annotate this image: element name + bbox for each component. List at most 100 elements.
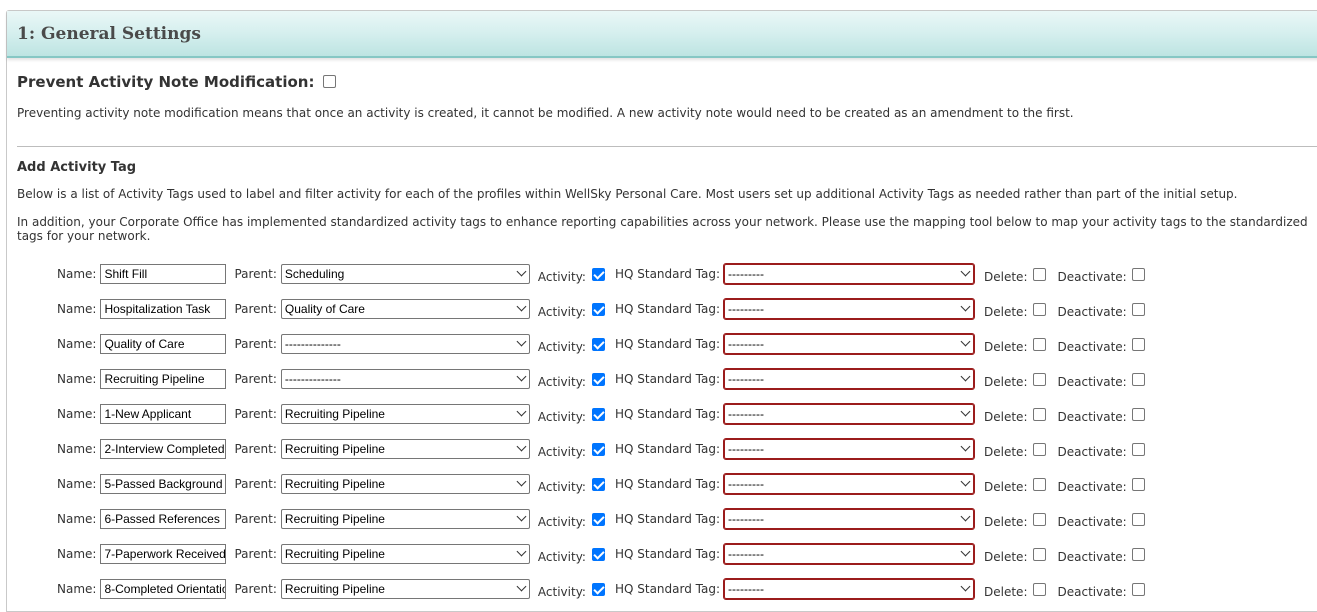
name-label: Name: <box>57 267 97 281</box>
tag-name-input[interactable]: Hospitalization Task <box>100 299 227 319</box>
prevent-modification-checkbox[interactable] <box>323 74 337 88</box>
chevron-down-icon <box>960 266 971 277</box>
parent-select-value: Recruiting Pipeline <box>284 407 385 421</box>
hq-select-value: --------- <box>728 372 764 386</box>
chevron-down-icon <box>960 371 971 382</box>
hq-select-value: --------- <box>728 442 764 456</box>
hq-standard-tag-select[interactable]: --------- <box>723 473 976 495</box>
deactivate-checkbox[interactable] <box>1131 582 1145 596</box>
activity-checkbox[interactable] <box>591 547 605 561</box>
parent-select[interactable]: Quality of Care <box>280 299 530 319</box>
chevron-down-icon <box>516 546 527 557</box>
name-label: Name: <box>57 337 97 351</box>
parent-select[interactable]: -------------- <box>280 369 530 389</box>
activity-label: Activity: <box>537 479 586 494</box>
delete-checkbox[interactable] <box>1032 477 1046 491</box>
tag-name-input[interactable]: Quality of Care <box>100 334 227 354</box>
chevron-down-icon <box>960 511 971 522</box>
delete-label: Delete: <box>984 444 1028 459</box>
delete-checkbox[interactable] <box>1032 337 1046 351</box>
delete-checkbox[interactable] <box>1032 512 1046 526</box>
delete-checkbox[interactable] <box>1032 407 1046 421</box>
parent-select-value: Recruiting Pipeline <box>284 582 385 596</box>
activity-checkbox[interactable] <box>591 372 605 386</box>
hq-standard-tag-select[interactable]: --------- <box>723 508 976 530</box>
parent-select[interactable]: Scheduling <box>280 264 530 284</box>
activity-checkbox[interactable] <box>591 442 605 456</box>
delete-checkbox[interactable] <box>1032 582 1046 596</box>
hq-standard-tag-select[interactable]: --------- <box>723 333 976 355</box>
delete-checkbox[interactable] <box>1032 267 1046 281</box>
hq-standard-tag-select[interactable]: --------- <box>723 263 976 285</box>
parent-label: Parent: <box>234 337 277 351</box>
hq-standard-tag-select[interactable]: --------- <box>723 403 976 425</box>
activity-checkbox[interactable] <box>591 512 605 526</box>
parent-select-value: Recruiting Pipeline <box>284 442 385 456</box>
hq-standard-tag-select[interactable]: --------- <box>723 438 976 460</box>
section-divider <box>17 146 1317 147</box>
activity-checkbox[interactable] <box>591 477 605 491</box>
delete-label: Delete: <box>984 479 1028 494</box>
hq-standard-tag-select[interactable]: --------- <box>723 368 976 390</box>
activity-tag-row: Name: 2-Interview Completed Parent: Recr… <box>57 438 1145 460</box>
deactivate-checkbox[interactable] <box>1131 442 1145 456</box>
tag-name-input[interactable]: 2-Interview Completed <box>100 439 227 459</box>
deactivate-label: Deactivate: <box>1057 339 1127 354</box>
parent-select-value: Recruiting Pipeline <box>284 477 385 491</box>
deactivate-checkbox[interactable] <box>1131 407 1145 421</box>
prevent-modification-row: Prevent Activity Note Modification: <box>17 73 337 91</box>
chevron-down-icon <box>960 546 971 557</box>
hq-standard-tag-label: HQ Standard Tag: <box>614 582 721 596</box>
hq-standard-tag-select[interactable]: --------- <box>723 543 976 565</box>
tag-name-input[interactable]: 8-Completed Orientation <box>100 579 227 599</box>
hq-standard-tag-label: HQ Standard Tag: <box>614 337 721 351</box>
parent-select[interactable]: Recruiting Pipeline <box>280 579 530 599</box>
deactivate-checkbox[interactable] <box>1131 512 1145 526</box>
deactivate-checkbox[interactable] <box>1131 302 1145 316</box>
hq-standard-tag-label: HQ Standard Tag: <box>614 547 721 561</box>
tag-name-input[interactable]: 6-Passed References <box>100 509 227 529</box>
parent-select-value: Scheduling <box>284 267 345 281</box>
parent-select[interactable]: Recruiting Pipeline <box>280 509 530 529</box>
hq-standard-tag-select[interactable]: --------- <box>723 578 976 600</box>
activity-tag-row: Name: 7-Paperwork Received Parent: Recru… <box>57 543 1145 565</box>
activity-tag-row: Name: 6-Passed References Parent: Recrui… <box>57 508 1145 530</box>
activity-checkbox[interactable] <box>591 407 605 421</box>
chevron-down-icon <box>516 266 527 277</box>
hq-standard-tag-select[interactable]: --------- <box>723 298 976 320</box>
activity-checkbox[interactable] <box>591 582 605 596</box>
delete-checkbox[interactable] <box>1032 302 1046 316</box>
hq-standard-tag-label: HQ Standard Tag: <box>614 407 721 421</box>
parent-select[interactable]: -------------- <box>280 334 530 354</box>
tag-name-input[interactable]: 7-Paperwork Received <box>100 544 227 564</box>
chevron-down-icon <box>516 371 527 382</box>
activity-checkbox[interactable] <box>591 267 605 281</box>
deactivate-checkbox[interactable] <box>1131 337 1145 351</box>
hq-standard-tag-label: HQ Standard Tag: <box>614 372 721 386</box>
activity-checkbox[interactable] <box>591 302 605 316</box>
deactivate-checkbox[interactable] <box>1131 372 1145 386</box>
tag-name-input[interactable]: Recruiting Pipeline <box>100 369 227 389</box>
deactivate-checkbox[interactable] <box>1131 547 1145 561</box>
parent-select[interactable]: Recruiting Pipeline <box>280 544 530 564</box>
tag-name-input[interactable]: 1-New Applicant <box>100 404 227 424</box>
tag-name-input[interactable]: Shift Fill <box>100 264 227 284</box>
panel-header[interactable]: 1: General Settings <box>7 11 1317 58</box>
activity-checkbox[interactable] <box>591 337 605 351</box>
tag-name-input[interactable]: 5-Passed Background <box>100 474 227 494</box>
deactivate-checkbox[interactable] <box>1131 267 1145 281</box>
delete-label: Delete: <box>984 304 1028 319</box>
parent-select[interactable]: Recruiting Pipeline <box>280 439 530 459</box>
delete-checkbox[interactable] <box>1032 372 1046 386</box>
delete-checkbox[interactable] <box>1032 547 1046 561</box>
parent-select[interactable]: Recruiting Pipeline <box>280 474 530 494</box>
parent-select[interactable]: Recruiting Pipeline <box>280 404 530 424</box>
activity-tag-row: Name: 8-Completed Orientation Parent: Re… <box>57 578 1145 600</box>
delete-checkbox[interactable] <box>1032 442 1046 456</box>
activity-tag-row: Name: 5-Passed Background Parent: Recrui… <box>57 473 1145 495</box>
hq-select-value: --------- <box>728 512 764 526</box>
activity-label: Activity: <box>537 304 586 319</box>
name-label: Name: <box>57 442 97 456</box>
activity-label: Activity: <box>537 339 586 354</box>
deactivate-checkbox[interactable] <box>1131 477 1145 491</box>
